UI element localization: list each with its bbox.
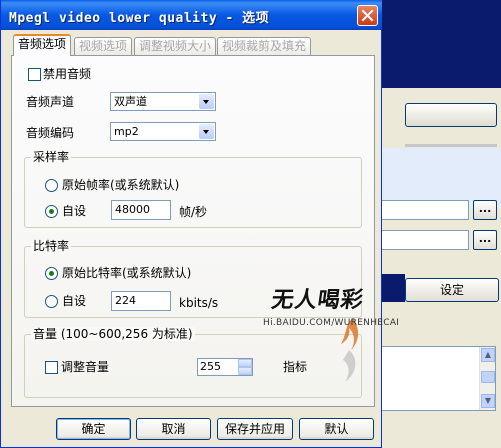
sample-rate-custom-label: 自设 [62,204,87,218]
background-browse-button-1[interactable]: ... [473,200,497,220]
close-button[interactable] [357,5,378,26]
title-bar[interactable]: Mpegl video lower quality - 选项 [1,0,382,30]
volume-spinner[interactable]: 255 [197,358,253,376]
tab-resize-video[interactable]: 调整视频大小 [134,37,217,55]
sample-rate-original-label: 原始帧率(或系统默认) [62,178,180,192]
bitrate-custom-label: 自设 [62,294,87,308]
background-settings-button[interactable]: 设定 [405,278,499,302]
background-top-button[interactable] [405,103,497,127]
disable-audio-label: 禁用音频 [43,67,92,81]
audio-codec-label: 音频编码 [26,126,75,140]
background-path-field-1[interactable] [381,200,469,220]
volume-group-title: 音量 (100~600,256 为标准) [31,327,195,341]
disable-audio-checkbox[interactable] [28,68,41,81]
audio-channel-select[interactable]: 双声道 [110,92,216,111]
sample-rate-original-radio[interactable] [45,179,58,192]
chevron-down-icon[interactable] [199,94,214,109]
close-icon [361,9,374,22]
scroll-down-icon[interactable]: ▼ [481,394,495,408]
background-browse-button-2[interactable]: ... [473,230,497,250]
tab-crop-and-pad[interactable]: 视频裁剪及填充 [217,37,312,55]
watermark-url: Hi.BAIDU.COM/WURENHECAI [263,318,400,328]
tab-video-options[interactable]: 视频选项 [74,37,133,55]
bitrate-custom-radio[interactable] [45,295,58,308]
window-title: Mpegl video lower quality - 选项 [9,11,270,26]
default-button[interactable]: 默认 [299,418,374,440]
scroll-thumb[interactable] [481,371,495,383]
sample-rate-input[interactable]: 48000 [111,200,171,220]
save-apply-button[interactable]: 保存并应用 [217,418,293,440]
background-panel [381,148,501,208]
bitrate-original-radio[interactable] [45,267,58,280]
sample-rate-group: 采样率 原始帧率(或系统默认) 自设 48000 帧/秒 [24,150,362,228]
sample-rate-custom-radio[interactable] [45,205,58,218]
tab-audio-options[interactable]: 音频选项 [13,34,72,56]
cancel-button[interactable]: 取消 [136,418,211,440]
audio-channel-value: 双声道 [114,95,147,108]
stepper-up-icon[interactable] [238,359,252,367]
bitrate-group-title: 比特率 [31,239,72,253]
background-list-scrollbar[interactable]: ▲ ▼ [479,347,495,410]
sample-rate-unit: 帧/秒 [179,205,208,219]
bitrate-input[interactable]: 224 [111,291,171,311]
bitrate-original-label: 原始比特率(或系统默认) [62,266,192,280]
background-path-field-2[interactable] [381,230,469,250]
bitrate-unit: kbits/s [179,296,219,310]
background-progress-bar [405,144,497,147]
background-list[interactable]: ▲ ▼ [381,346,496,411]
audio-codec-value: mp2 [114,125,139,138]
sample-rate-group-title: 采样率 [31,150,72,164]
scroll-up-icon[interactable]: ▲ [481,348,495,362]
ok-button[interactable]: 确定 [56,418,131,440]
background-window: ... ... 设定 ▲ ▼ [380,88,501,448]
adjust-volume-checkbox[interactable] [45,361,58,374]
audio-channel-label: 音频声道 [26,95,75,109]
volume-value: 255 [200,360,221,373]
stepper-down-icon[interactable] [238,367,252,375]
chevron-down-icon[interactable] [199,124,214,139]
audio-codec-select[interactable]: mp2 [110,122,216,141]
volume-stepper[interactable] [238,359,252,375]
adjust-volume-label: 调整音量 [61,360,110,374]
watermark-text: 无人喝彩 [269,287,366,313]
